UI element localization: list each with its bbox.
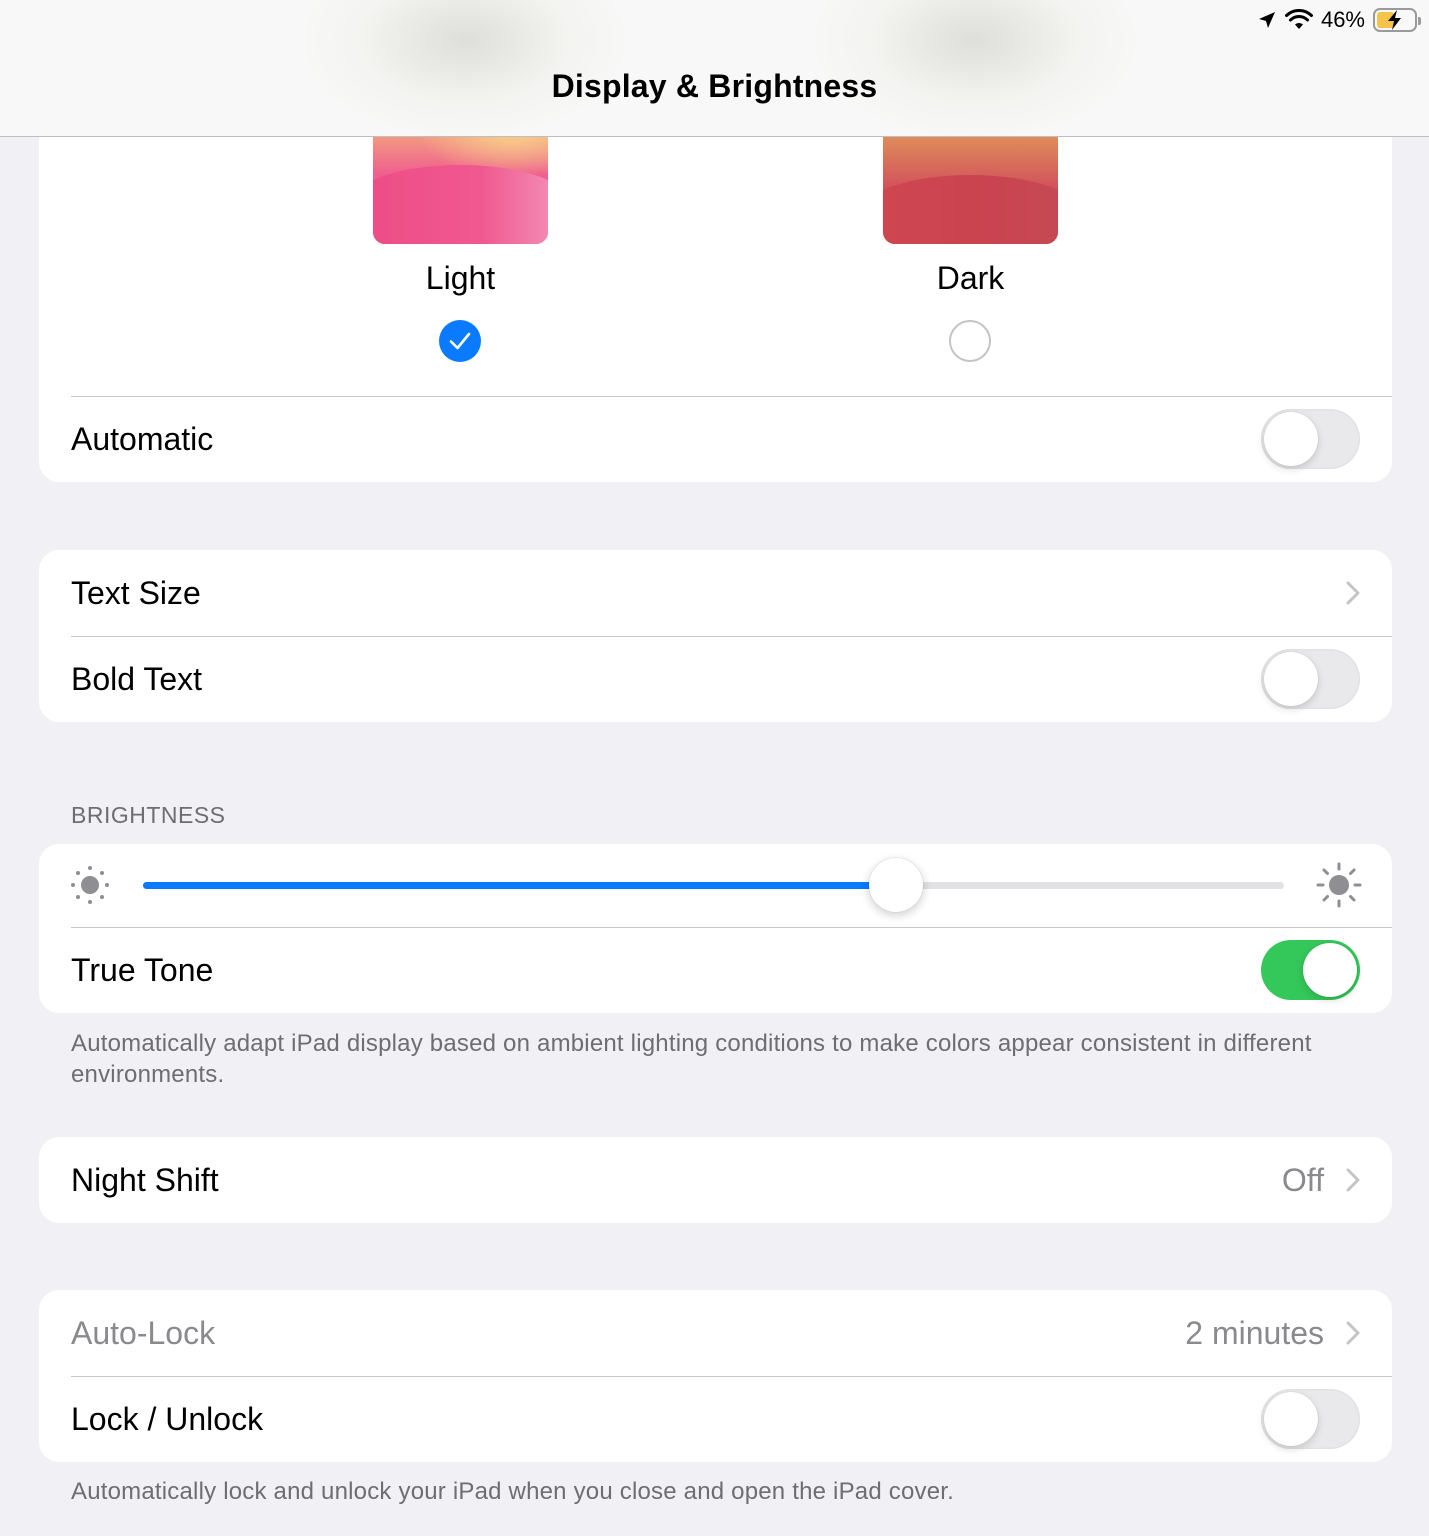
location-arrow-icon: [1258, 12, 1275, 28]
true-tone-toggle[interactable]: [1261, 940, 1360, 1000]
text-size-label: Text Size: [71, 574, 201, 611]
status-bar: 46%: [1257, 6, 1421, 34]
dark-mode-radio[interactable]: [949, 320, 991, 362]
lock-card: Auto-Lock 2 minutes Lock / Unlock: [39, 1290, 1392, 1462]
automatic-row: Automatic: [39, 396, 1392, 482]
night-shift-row[interactable]: Night Shift Off: [39, 1137, 1392, 1223]
lock-unlock-row: Lock / Unlock: [39, 1376, 1392, 1462]
dark-mode-label: Dark: [936, 260, 1005, 296]
auto-lock-label: Auto-Lock: [71, 1314, 216, 1351]
chevron-right-icon: [1346, 1168, 1360, 1192]
sun-small-icon: [71, 866, 109, 904]
light-mode-radio[interactable]: [439, 320, 481, 362]
true-tone-footer: Automatically adapt iPad display based o…: [71, 1030, 1312, 1088]
night-shift-value: Off: [1281, 1161, 1324, 1198]
navigation-bar: 46% Display & Brightness: [0, 0, 1429, 137]
lock-unlock-toggle[interactable]: [1261, 1389, 1360, 1449]
automatic-label: Automatic: [71, 420, 214, 457]
sun-large-icon: [1316, 862, 1362, 908]
lock-footer: Automatically lock and unlock your iPad …: [71, 1478, 954, 1505]
brightness-slider-thumb[interactable]: [869, 858, 924, 912]
checkmark-icon: [449, 332, 471, 350]
wifi-icon: [1284, 9, 1313, 29]
automatic-toggle[interactable]: [1261, 409, 1360, 469]
brightness-card: True Tone: [39, 844, 1392, 1013]
bold-text-toggle[interactable]: [1261, 649, 1360, 709]
bold-text-row: Bold Text: [39, 636, 1392, 722]
night-shift-card: Night Shift Off: [39, 1137, 1392, 1223]
brightness-slider-row: [39, 844, 1392, 927]
brightness-slider[interactable]: [143, 882, 1284, 889]
chevron-right-icon: [1346, 1321, 1360, 1345]
battery-percent: 46%: [1320, 7, 1365, 32]
lock-unlock-label: Lock / Unlock: [71, 1400, 264, 1437]
text-size-row[interactable]: Text Size: [39, 550, 1392, 636]
page-title: Display & Brightness: [551, 68, 878, 104]
true-tone-row: True Tone: [39, 927, 1392, 1013]
chevron-right-icon: [1346, 581, 1360, 605]
battery-charging-icon: [1373, 8, 1421, 32]
bold-text-label: Bold Text: [71, 660, 203, 697]
auto-lock-value: 2 minutes: [1185, 1314, 1324, 1351]
light-mode-label: Light: [425, 260, 496, 296]
auto-lock-row[interactable]: Auto-Lock 2 minutes: [39, 1290, 1392, 1376]
true-tone-label: True Tone: [71, 951, 214, 988]
night-shift-label: Night Shift: [71, 1161, 219, 1198]
brightness-section-header: BRIGHTNESS: [71, 802, 226, 828]
text-card: Text Size Bold Text: [39, 550, 1392, 722]
